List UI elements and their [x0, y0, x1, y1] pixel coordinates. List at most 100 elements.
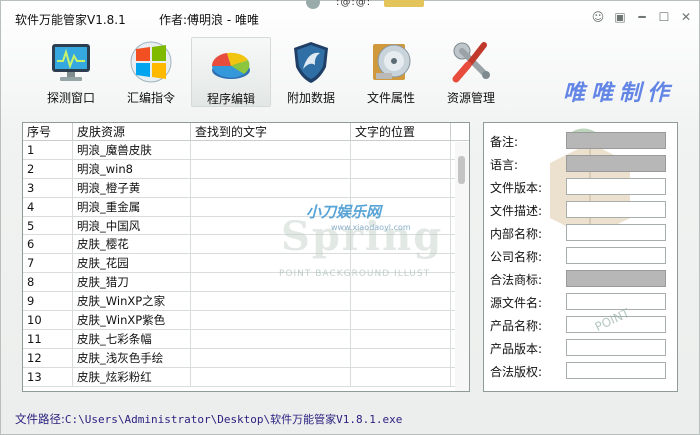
- author-label: 作者:傅明浪 - 唯唯: [159, 13, 260, 27]
- tool-label: 程序编辑: [206, 92, 255, 106]
- table-row[interactable]: 3 明浪_橙子黄: [23, 178, 469, 198]
- window-controls: ☺ ▣ ━ ☐ ✕: [589, 9, 695, 25]
- cell-text-position: [351, 178, 451, 197]
- window-title: 软件万能管家V1.8.1: [15, 13, 126, 27]
- tool-probe-window[interactable]: 探测窗口: [31, 37, 111, 107]
- windows-logo-icon: [128, 39, 174, 85]
- tool-label: 汇编指令: [126, 91, 175, 105]
- watermark-title: 小刀娱乐网: [306, 203, 382, 221]
- cell-skin: 明浪_win8: [73, 159, 191, 178]
- cell-found-text: [191, 367, 351, 386]
- table-row[interactable]: 12 皮肤_浅灰色手绘: [23, 348, 469, 368]
- table-row[interactable]: 2 明浪_win8: [23, 159, 469, 179]
- properties-panel: 备注: 语言: 文件版本: 文件描述: 内部名称: 公司名称: 合法商标: 源文件名: 产品名称…: [483, 122, 678, 392]
- cell-skin: 皮肤_WinXP之家: [73, 292, 191, 311]
- cell-found-text: [191, 159, 351, 178]
- property-label: 文件描述:: [490, 204, 543, 218]
- table-row[interactable]: 13 皮肤_炫彩粉红: [23, 367, 469, 387]
- tool-label: 文件属性: [366, 91, 415, 105]
- cell-skin: 明浪_橙子黄: [73, 178, 191, 197]
- property-label: 产品名称:: [490, 319, 543, 333]
- cell-text-position: [351, 329, 451, 348]
- table-header: 序号 皮肤资源 查找到的文字 文字的位置: [23, 123, 469, 141]
- cell-skin: 皮肤_猎刀: [73, 273, 191, 292]
- cell-index: 1: [23, 141, 73, 159]
- cell-index: 4: [23, 197, 73, 216]
- top-tag: [384, 0, 424, 7]
- close-button[interactable]: ✕: [677, 9, 695, 25]
- scrollbar-thumb[interactable]: [458, 156, 465, 184]
- tool-label: 探测窗口: [46, 91, 95, 105]
- property-field: [566, 155, 666, 172]
- cell-index: 11: [23, 329, 73, 348]
- table-row[interactable]: 9 皮肤_WinXP之家: [23, 292, 469, 312]
- column-header-index[interactable]: 序号: [23, 123, 73, 140]
- tool-program-edit[interactable]: 程序编辑: [191, 37, 271, 107]
- vertical-scrollbar[interactable]: [455, 142, 469, 391]
- property-field[interactable]: [566, 293, 666, 310]
- shield-icon: [288, 39, 334, 85]
- top-overlay: :@:@:: [306, 0, 426, 10]
- property-label: 源文件名:: [490, 296, 543, 310]
- property-field[interactable]: [566, 201, 666, 218]
- cell-found-text: [191, 178, 351, 197]
- table-row[interactable]: 10 皮肤_WinXP紫色: [23, 311, 469, 330]
- cell-text-position: [351, 159, 451, 178]
- cell-text-position: [351, 141, 451, 159]
- cell-index: 7: [23, 254, 73, 273]
- brand-text: 唯唯制作: [563, 80, 676, 106]
- cell-found-text: [191, 141, 351, 159]
- column-header-found-text[interactable]: 查找到的文字: [191, 123, 351, 140]
- property-field: [566, 270, 666, 287]
- top-overlay-text: :@:@:: [336, 0, 372, 8]
- property-label: 合法版权:: [490, 365, 543, 379]
- tool-extra-data[interactable]: 附加数据: [271, 37, 351, 107]
- cell-skin: 明浪_重金属: [73, 197, 191, 216]
- watermark-url: www.xiaodaoyl.com: [331, 223, 411, 232]
- property-label: 文件版本:: [490, 181, 543, 195]
- tool-label: 附加数据: [286, 91, 335, 105]
- table-row[interactable]: 11 皮肤_七彩条幅: [23, 329, 469, 349]
- cell-text-position: [351, 367, 451, 386]
- cell-skin: 皮肤_七彩条幅: [73, 329, 191, 348]
- table-row[interactable]: 1 明浪_魔兽皮肤: [23, 141, 469, 160]
- file-path-value: C:\Users\Administrator\Desktop\软件万能管家V1.…: [64, 413, 403, 426]
- cell-skin: 皮肤_炫彩粉红: [73, 367, 191, 386]
- tool-resource-manager[interactable]: 资源管理: [431, 37, 511, 107]
- cell-skin: 皮肤_花园: [73, 254, 191, 273]
- property-field[interactable]: [566, 362, 666, 379]
- property-label: 语言:: [490, 158, 519, 172]
- minimize-button[interactable]: ━: [633, 9, 651, 25]
- cell-index: 3: [23, 178, 73, 197]
- property-label: 内部名称:: [490, 227, 543, 241]
- avatar: [306, 0, 320, 9]
- cell-text-position: [351, 292, 451, 311]
- tool-assembly[interactable]: 汇编指令: [111, 37, 191, 107]
- cell-index: 6: [23, 235, 73, 254]
- column-header-text-position[interactable]: 文字的位置: [351, 123, 451, 140]
- table-body: 1 明浪_魔兽皮肤 2 明浪_win8 3 明浪_橙子黄 4 明浪_重金属 5 明浪_中国风 6 皮肤…: [23, 141, 469, 387]
- skin-icon[interactable]: ☺: [589, 9, 607, 25]
- property-field[interactable]: [566, 224, 666, 241]
- cell-text-position: [351, 311, 451, 329]
- cell-index: 10: [23, 311, 73, 329]
- property-field[interactable]: [566, 178, 666, 195]
- tools-icon: [448, 39, 494, 85]
- menu-icon[interactable]: ▣: [611, 9, 629, 25]
- cell-index: 2: [23, 159, 73, 178]
- cell-skin: 皮肤_樱花: [73, 235, 191, 254]
- cell-index: 12: [23, 348, 73, 367]
- cell-found-text: [191, 329, 351, 348]
- tool-file-properties[interactable]: 文件属性: [351, 37, 431, 107]
- title-bar: 软件万能管家V1.8.1 作者:傅明浪 - 唯唯 :@:@: ☺ ▣ ━ ☐ ✕: [1, 0, 700, 35]
- cell-index: 13: [23, 367, 73, 386]
- property-label: 合法商标:: [490, 273, 543, 287]
- property-field[interactable]: [566, 247, 666, 264]
- column-header-skin[interactable]: 皮肤资源: [73, 123, 191, 140]
- watermark-line: POINT BACKGROUND ILLUST: [279, 269, 431, 279]
- property-label: 备注:: [490, 135, 519, 149]
- cell-skin: 明浪_中国风: [73, 216, 191, 235]
- app-window: 软件万能管家V1.8.1 作者:傅明浪 - 唯唯 :@:@: ☺ ▣ ━ ☐ ✕: [0, 0, 700, 435]
- maximize-button[interactable]: ☐: [655, 9, 673, 25]
- property-field[interactable]: [566, 339, 666, 356]
